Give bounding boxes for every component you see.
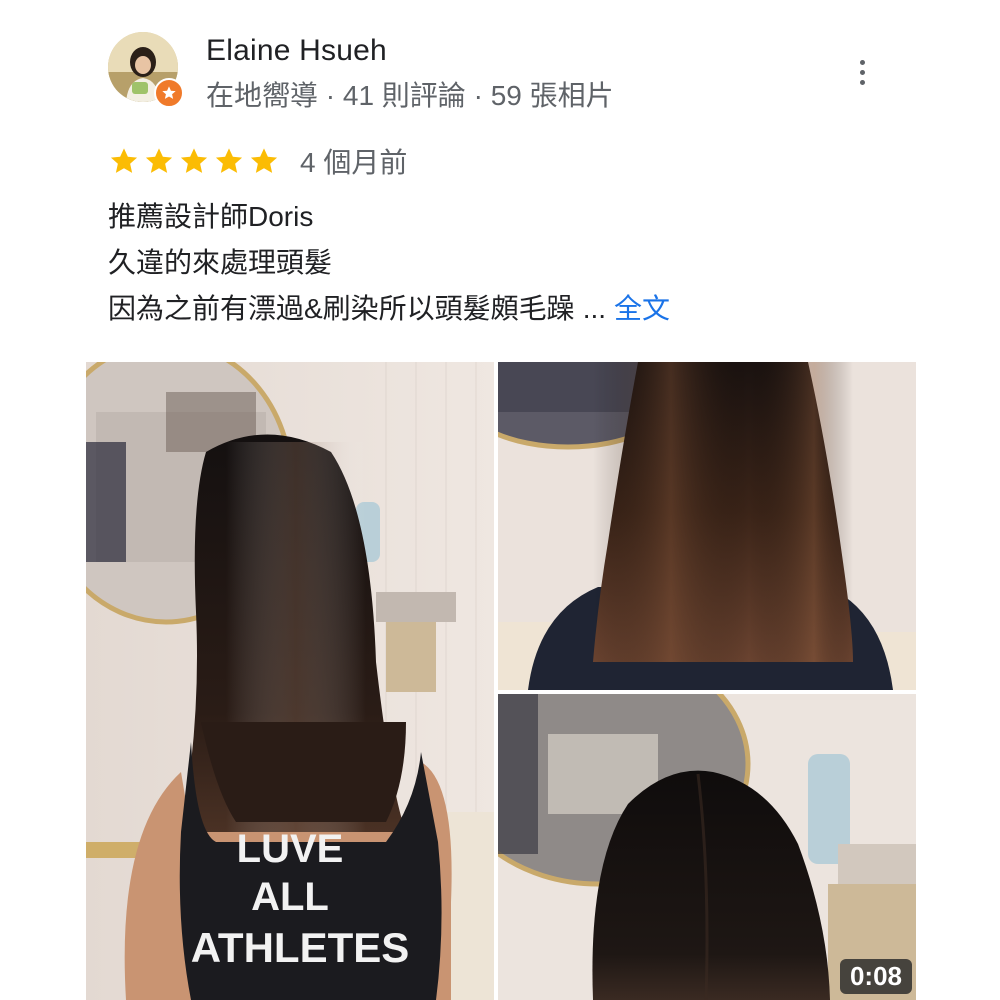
review-date: 4 個月前 [300,147,408,178]
reviewer-name[interactable]: Elaine Hsueh [206,34,387,68]
review-video[interactable]: 0:08 [498,694,916,1000]
truncation-ellipsis: ... [582,293,607,324]
review-photo-before[interactable] [498,362,916,690]
shirt-text-line-2: ALL [251,875,329,919]
reviewer-avatar[interactable] [108,32,184,108]
review-line: 推薦設計師Doris [108,201,314,232]
shirt-text-line-1: LUVE [237,827,344,871]
star-icon [145,148,173,173]
review-line-text: 因為之前有漂過&刷染所以頭髮頗毛躁 [108,293,575,324]
star-rating [108,145,280,177]
star-icon [215,148,243,173]
star-icon [250,148,278,173]
star-icon [110,148,138,173]
review-line: 久違的來處理頭髮 [108,247,333,278]
review-card: Elaine Hsueh 在地嚮導 · 41 則評論 · 59 張相片 4 個月… [0,0,1000,1000]
star-icon [180,148,208,173]
video-duration: 0:08 [839,959,912,994]
reviewer-meta[interactable]: 在地嚮導 · 41 則評論 · 59 張相片 [206,74,614,114]
review-photo-main[interactable]: LUVE ALL ATHLETES [86,362,494,1000]
review-text: 推薦設計師Doris 久違的來處理頭髮 因為之前有漂過&刷染所以頭髮頗毛躁...… [108,194,670,332]
local-guide-star-icon [154,78,184,108]
rating-row: 4 個月前 [108,142,407,180]
review-line: 因為之前有漂過&刷染所以頭髮頗毛躁... 全文 [108,286,670,332]
read-more-link[interactable]: 全文 [614,293,670,324]
shirt-text-line-3: ATHLETES [191,924,410,971]
more-vert-icon [859,59,865,65]
more-options-button[interactable] [842,52,882,92]
